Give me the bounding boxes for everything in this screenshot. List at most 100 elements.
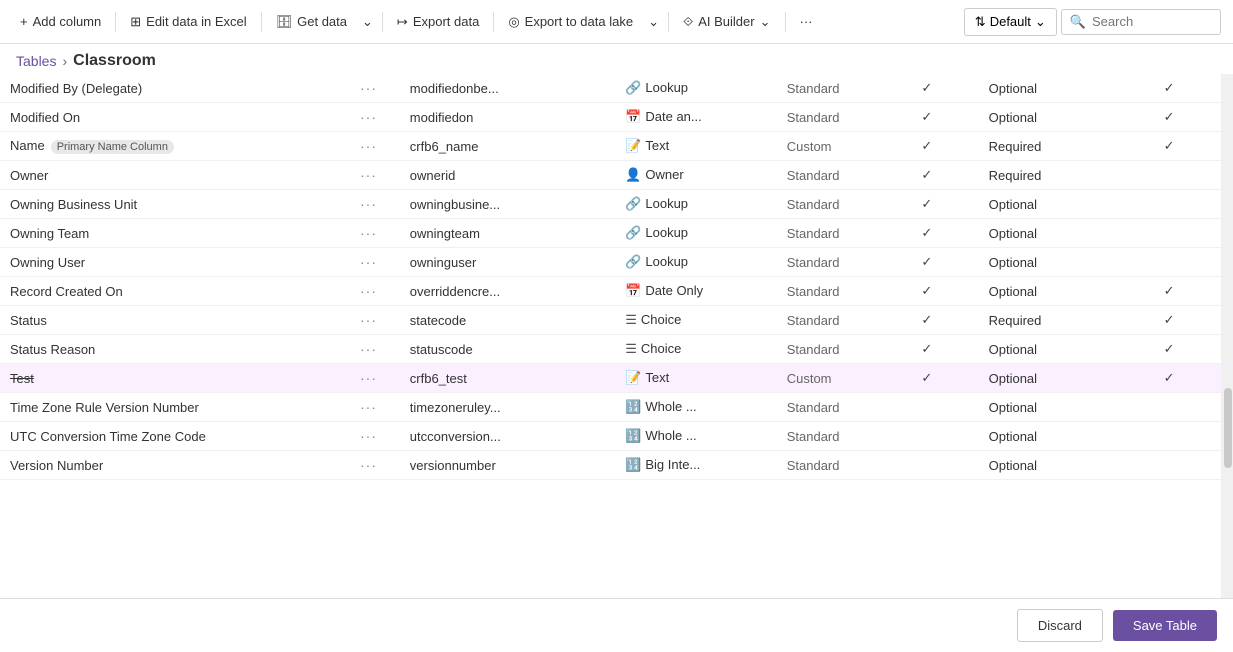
table-row[interactable]: Version Number···versionnumber🔢Big Inte.… — [0, 451, 1221, 480]
table-row[interactable]: Modified On···modifiedon📅Date an...Stand… — [0, 103, 1221, 132]
breadcrumb-separator: › — [62, 53, 67, 69]
type-icon: 📅 — [625, 283, 641, 298]
row-context-menu[interactable]: ··· — [350, 248, 400, 277]
table-row[interactable]: Test···crfb6_test📝TextCustom✓Optional✓ — [0, 364, 1221, 393]
table-row[interactable]: Status···statecode☰ChoiceStandard✓Requir… — [0, 306, 1221, 335]
ellipsis-icon[interactable]: ··· — [360, 312, 377, 328]
get-data-button[interactable]: 🗄 Get data — [268, 9, 355, 35]
row-context-menu[interactable]: ··· — [350, 422, 400, 451]
scrollbar-thumb[interactable] — [1224, 388, 1232, 468]
type-name: Big Inte... — [645, 457, 700, 472]
row-check2 — [1154, 422, 1221, 451]
row-context-menu[interactable]: ··· — [350, 132, 400, 161]
excel-icon: ⊞ — [130, 14, 141, 30]
row-context-menu[interactable]: ··· — [350, 393, 400, 422]
row-context-menu[interactable]: ··· — [350, 451, 400, 480]
save-table-button[interactable]: Save Table — [1113, 610, 1217, 641]
type-name: Text — [645, 370, 669, 385]
ellipsis-icon[interactable]: ··· — [360, 225, 377, 241]
search-input[interactable] — [1092, 14, 1212, 29]
export-data-button[interactable]: ↦ Export data — [389, 9, 487, 35]
row-managed-type: Standard — [777, 248, 912, 277]
checkmark2-icon: ✓ — [1164, 138, 1175, 153]
main-area: Modified By (Delegate)···modifiedonbe...… — [0, 74, 1233, 598]
table-row[interactable]: Owner···ownerid👤OwnerStandard✓Required — [0, 161, 1221, 190]
row-logical-name: crfb6_name — [400, 132, 615, 161]
table-row[interactable]: Record Created On···overriddencre...📅Dat… — [0, 277, 1221, 306]
ellipsis-icon[interactable]: ··· — [360, 109, 377, 125]
row-data-type: 🔗Lookup — [615, 219, 777, 248]
edit-excel-button[interactable]: ⊞ Edit data in Excel — [122, 9, 254, 35]
discard-button[interactable]: Discard — [1017, 609, 1103, 642]
ellipsis-icon[interactable]: ··· — [360, 254, 377, 270]
ai-builder-button[interactable]: ⟐ AI Builder ⌄ — [675, 9, 779, 35]
table-row[interactable]: Owning Business Unit···owningbusine...🔗L… — [0, 190, 1221, 219]
table-row[interactable]: Status Reason···statuscode☰ChoiceStandar… — [0, 335, 1221, 364]
row-data-type: 🔗Lookup — [615, 190, 777, 219]
row-requirement: Optional — [979, 451, 1154, 480]
add-column-button[interactable]: + Add column — [12, 9, 109, 34]
chevron-down-icon: ⌄ — [362, 14, 373, 30]
ellipsis-icon[interactable]: ··· — [360, 80, 377, 96]
ellipsis-icon[interactable]: ··· — [360, 399, 377, 415]
table-row[interactable]: NamePrimary Name Column···crfb6_name📝Tex… — [0, 132, 1221, 161]
ellipsis-icon[interactable]: ··· — [360, 428, 377, 444]
row-data-type: 🔗Lookup — [615, 74, 777, 103]
row-check1: ✓ — [911, 103, 978, 132]
type-icon: 🔢 — [625, 428, 641, 443]
export-icon: ↦ — [397, 14, 408, 30]
type-icon: 🔢 — [625, 399, 641, 414]
table-row[interactable]: UTC Conversion Time Zone Code···utcconve… — [0, 422, 1221, 451]
lake-icon: ◎ — [508, 14, 519, 30]
columns-table: Modified By (Delegate)···modifiedonbe...… — [0, 74, 1221, 480]
row-context-menu[interactable]: ··· — [350, 335, 400, 364]
scrollbar[interactable] — [1221, 74, 1233, 598]
ellipsis-icon[interactable]: ··· — [360, 138, 377, 154]
row-check2 — [1154, 451, 1221, 480]
table-row[interactable]: Modified By (Delegate)···modifiedonbe...… — [0, 74, 1221, 103]
row-logical-name: ownerid — [400, 161, 615, 190]
table-row[interactable]: Time Zone Rule Version Number···timezone… — [0, 393, 1221, 422]
row-requirement: Optional — [979, 248, 1154, 277]
get-data-dropdown[interactable]: ⌄ — [359, 9, 376, 35]
row-check1 — [911, 393, 978, 422]
breadcrumb: Tables › Classroom — [0, 44, 1233, 74]
row-requirement: Optional — [979, 74, 1154, 103]
row-managed-type: Standard — [777, 422, 912, 451]
row-check2: ✓ — [1154, 103, 1221, 132]
default-button[interactable]: ⇅ Default ⌄ — [964, 8, 1057, 36]
row-data-type: 📅Date an... — [615, 103, 777, 132]
ellipsis-icon[interactable]: ··· — [360, 341, 377, 357]
row-context-menu[interactable]: ··· — [350, 306, 400, 335]
toolbar-divider-1 — [115, 12, 116, 32]
ellipsis-icon[interactable]: ··· — [360, 370, 377, 386]
row-context-menu[interactable]: ··· — [350, 103, 400, 132]
row-context-menu[interactable]: ··· — [350, 190, 400, 219]
row-requirement: Optional — [979, 190, 1154, 219]
ellipsis-icon[interactable]: ··· — [360, 196, 377, 212]
table-row[interactable]: Owning User···owninguser🔗LookupStandard✓… — [0, 248, 1221, 277]
type-icon: 🔗 — [625, 225, 641, 240]
ellipsis-icon[interactable]: ··· — [360, 457, 377, 473]
row-check2: ✓ — [1154, 364, 1221, 393]
breadcrumb-tables-link[interactable]: Tables — [16, 53, 56, 69]
row-context-menu[interactable]: ··· — [350, 219, 400, 248]
row-context-menu[interactable]: ··· — [350, 74, 400, 103]
row-context-menu[interactable]: ··· — [350, 364, 400, 393]
more-button[interactable]: ··· — [792, 9, 821, 34]
row-check1: ✓ — [911, 306, 978, 335]
row-display-name: Modified On — [10, 110, 80, 125]
type-icon: 📝 — [625, 138, 641, 153]
row-context-menu[interactable]: ··· — [350, 161, 400, 190]
export-lake-dropdown[interactable]: ⌄ — [645, 9, 662, 35]
ellipsis-icon[interactable]: ··· — [360, 283, 377, 299]
row-display-name: Time Zone Rule Version Number — [10, 400, 199, 415]
table-row[interactable]: Owning Team···owningteam🔗LookupStandard✓… — [0, 219, 1221, 248]
row-context-menu[interactable]: ··· — [350, 277, 400, 306]
type-icon: 🔗 — [625, 254, 641, 269]
type-name: Whole ... — [645, 428, 696, 443]
ellipsis-icon[interactable]: ··· — [360, 167, 377, 183]
row-check1 — [911, 422, 978, 451]
row-display-name: Owner — [10, 168, 48, 183]
export-lake-button[interactable]: ◎ Export to data lake — [500, 9, 641, 35]
